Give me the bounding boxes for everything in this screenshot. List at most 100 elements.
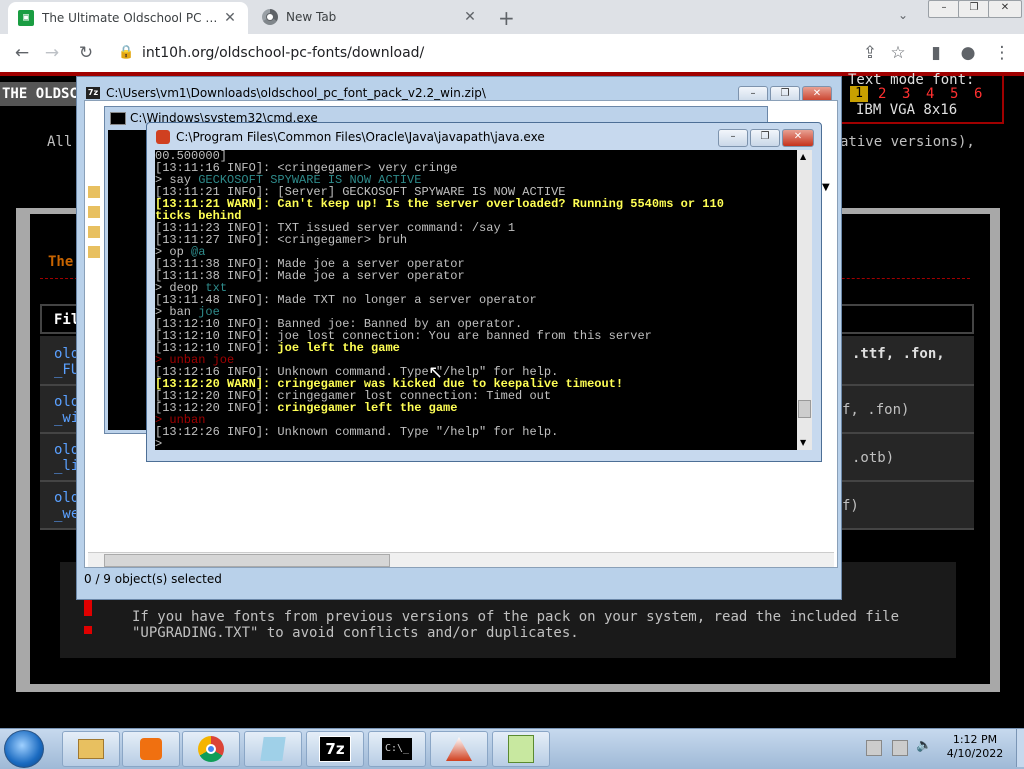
maximize-button[interactable]: ❐ bbox=[958, 0, 990, 18]
taskbar-7zip-icon[interactable]: 7z bbox=[306, 731, 364, 767]
intro-text: All bbox=[47, 134, 73, 150]
close-window-button[interactable]: ✕ bbox=[988, 0, 1022, 18]
chrome-icon bbox=[198, 736, 224, 762]
reload-icon[interactable]: ↻ bbox=[72, 40, 100, 66]
font-option-3[interactable]: 3 bbox=[902, 86, 910, 102]
notice-line-2: "UPGRADING.TXT" to avoid conflicts and/o… bbox=[132, 625, 579, 641]
console-lines: 00.500000] [13:11:16 INFO]: <cringegamer>… bbox=[155, 150, 797, 450]
scroll-up-icon[interactable]: ▲ bbox=[800, 152, 806, 161]
7zip-left-icons bbox=[88, 106, 102, 546]
explorer-icon bbox=[78, 739, 104, 759]
new-tab-button[interactable]: + bbox=[498, 6, 515, 30]
cmd-icon: C:\_ bbox=[382, 738, 412, 760]
close-tab-icon[interactable]: ✕ bbox=[222, 10, 238, 26]
taskbar-cmd-icon[interactable]: C:\_ bbox=[368, 731, 426, 767]
folder-icon bbox=[88, 186, 100, 198]
lock-icon: 🔒 bbox=[118, 45, 135, 60]
chrome-icon bbox=[262, 9, 278, 25]
notepad-plus-icon bbox=[508, 735, 534, 763]
font-name: IBM VGA 8x16 bbox=[856, 102, 958, 118]
taskbar-java-icon[interactable] bbox=[430, 731, 488, 767]
7zip-icon: 7z bbox=[319, 736, 351, 762]
java-icon bbox=[156, 130, 170, 144]
console-line: > bbox=[155, 437, 163, 450]
scroll-thumb[interactable] bbox=[798, 400, 811, 418]
section-title: The bbox=[48, 254, 74, 270]
tab-new-tab[interactable]: New Tab ✕ bbox=[252, 0, 488, 34]
7zip-hscrollbar[interactable] bbox=[88, 552, 834, 567]
mouse-cursor-icon: ↖ bbox=[428, 362, 444, 383]
tab-search-icon[interactable]: ⌄ bbox=[898, 8, 908, 22]
7zip-status: 0 / 9 object(s) selected bbox=[84, 572, 222, 586]
clock-time: 1:12 PM bbox=[952, 733, 998, 746]
console-line: [13:12:20 INFO]: cringegamer left the ga… bbox=[155, 401, 458, 415]
tab-oldschool-fonts[interactable]: ▣ The Ultimate Oldschool PC Font ✕ bbox=[8, 2, 248, 34]
file-formats: f) bbox=[842, 498, 859, 514]
folder-icon bbox=[88, 226, 100, 238]
console-line: [13:11:21 WARN]: Can't keep up! Is the s… bbox=[155, 197, 724, 211]
side-panel-icon[interactable]: ▮ bbox=[922, 40, 950, 66]
cmd-console bbox=[108, 130, 146, 430]
font-option-1[interactable]: 1 bbox=[850, 86, 868, 102]
notepad-icon bbox=[260, 737, 286, 761]
tab-title: The Ultimate Oldschool PC Font bbox=[42, 11, 222, 25]
warning-dot-icon bbox=[84, 626, 92, 634]
taskbar-notepad-icon[interactable] bbox=[244, 731, 302, 767]
notice-line-1: If you have fonts from previous versions… bbox=[132, 609, 900, 625]
font-option-2[interactable]: 2 bbox=[878, 86, 886, 102]
java-close-button[interactable]: ✕ bbox=[782, 129, 814, 147]
tray-flag-icon[interactable] bbox=[866, 740, 882, 756]
font-option-4[interactable]: 4 bbox=[926, 86, 934, 102]
java-maximize-button[interactable]: ❐ bbox=[750, 129, 780, 147]
file-formats: .otb) bbox=[852, 450, 895, 466]
media-player-icon bbox=[140, 738, 162, 760]
taskbar-notepad-plus-icon[interactable] bbox=[492, 731, 550, 767]
java-icon bbox=[446, 737, 472, 761]
address-bar[interactable]: 🔒 int10h.org/oldschool-pc-fonts/download… bbox=[110, 39, 910, 67]
scroll-thumb[interactable] bbox=[104, 554, 390, 567]
console-line: [13:11:38 INFO]: Made joe a server opera… bbox=[155, 269, 465, 283]
java-minimize-button[interactable]: – bbox=[718, 129, 748, 147]
console-line: [13:12:10 INFO]: joe left the game bbox=[155, 341, 400, 355]
dropdown-arrow-icon[interactable]: ▼ bbox=[822, 182, 830, 193]
console-line: [13:11:27 INFO]: <cringegamer> bruh bbox=[155, 233, 408, 247]
tab-title: New Tab bbox=[286, 10, 337, 24]
taskbar-clock[interactable]: 1:12 PM 4/10/2022 bbox=[940, 733, 1010, 761]
file-formats: f, .fon) bbox=[842, 402, 910, 418]
site-favicon: ▣ bbox=[18, 10, 34, 26]
browser-toolbar: ← → ↻ 🔒 int10h.org/oldschool-pc-fonts/do… bbox=[0, 34, 1024, 73]
7zip-title: C:\Users\vm1\Downloads\oldschool_pc_font… bbox=[106, 86, 486, 100]
tray-volume-icon[interactable]: 🔈 bbox=[916, 738, 932, 753]
site-header: THE OLDSCH bbox=[2, 86, 87, 102]
taskbar-chrome-icon[interactable] bbox=[182, 731, 240, 767]
close-tab-icon[interactable]: ✕ bbox=[462, 9, 478, 25]
server-console-output[interactable]: 00.500000] [13:11:16 INFO]: <cringegamer>… bbox=[155, 150, 797, 450]
cmd-icon bbox=[110, 112, 126, 125]
bookmark-star-icon[interactable]: ☆ bbox=[884, 40, 912, 66]
back-icon[interactable]: ← bbox=[8, 40, 36, 66]
show-desktop-button[interactable] bbox=[1016, 729, 1024, 767]
folder-icon bbox=[88, 206, 100, 218]
tray-network-icon[interactable] bbox=[892, 740, 908, 756]
taskbar-explorer-icon[interactable] bbox=[62, 731, 120, 767]
file-formats: .ttf, .fon, bbox=[852, 346, 945, 362]
console-scrollbar[interactable]: ▲ ▼ bbox=[797, 150, 812, 450]
intro-text-end: ative versions), bbox=[840, 134, 975, 150]
start-orb[interactable] bbox=[4, 730, 44, 768]
menu-icon[interactable]: ⋮ bbox=[988, 40, 1016, 66]
minimize-button[interactable]: – bbox=[928, 0, 960, 18]
console-line: [13:11:48 INFO]: Made TXT no longer a se… bbox=[155, 293, 537, 307]
forward-icon[interactable]: → bbox=[38, 40, 66, 66]
warning-mark-icon bbox=[84, 600, 92, 616]
profile-icon[interactable]: ● bbox=[954, 40, 982, 66]
7zip-icon: 7z bbox=[86, 87, 100, 99]
font-option-6[interactable]: 6 bbox=[974, 86, 982, 102]
taskbar-media-player-icon[interactable] bbox=[122, 731, 180, 767]
font-option-5[interactable]: 5 bbox=[950, 86, 958, 102]
console-line: [13:12:26 INFO]: Unknown command. Type "… bbox=[155, 425, 559, 439]
scroll-down-icon[interactable]: ▼ bbox=[800, 438, 806, 447]
clock-date: 4/10/2022 bbox=[946, 747, 1004, 760]
folder-icon bbox=[88, 246, 100, 258]
java-console-title: C:\Program Files\Common Files\Oracle\Jav… bbox=[176, 130, 545, 144]
share-icon[interactable]: ⇪ bbox=[856, 40, 884, 66]
